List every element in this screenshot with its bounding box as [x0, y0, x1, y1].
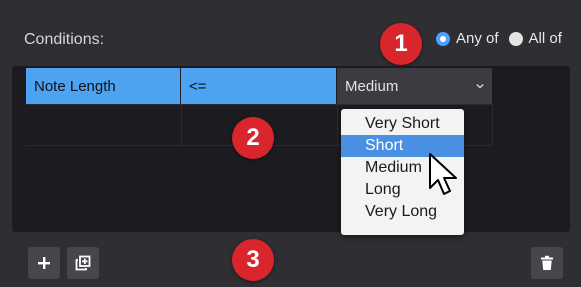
field-cell[interactable]: Note Length [26, 68, 181, 104]
column-divider [337, 104, 338, 146]
conditions-panel: Conditions: Any of All of Note Length <=… [0, 0, 581, 287]
chevron-down-icon [476, 83, 484, 89]
dropdown-option[interactable]: Very Long [341, 201, 464, 223]
trash-icon [541, 255, 553, 270]
radio-any-of[interactable]: Any of [436, 30, 499, 47]
add-condition-button[interactable] [28, 247, 60, 279]
callout-badge-2: 2 [232, 117, 274, 159]
conditions-label: Conditions: [24, 31, 105, 48]
column-divider [181, 104, 182, 146]
plus-icon [38, 257, 50, 269]
row-divider [26, 104, 492, 105]
table-row[interactable]: Note Length <= Medium [26, 68, 492, 104]
mouse-pointer-icon [429, 153, 457, 195]
value-select-text: Medium [345, 77, 399, 95]
field-cell-text: Note Length [34, 77, 116, 95]
operator-cell[interactable]: <= [181, 68, 337, 104]
callout-badge-3: 3 [232, 239, 274, 281]
operator-cell-text: <= [189, 77, 207, 95]
delete-condition-button[interactable] [531, 247, 563, 279]
column-divider [492, 104, 493, 146]
dropdown-option[interactable]: Very Short [341, 113, 464, 135]
radio-unselected-icon [508, 31, 523, 46]
value-select[interactable]: Medium [337, 68, 492, 104]
callout-badge-1: 1 [380, 23, 422, 65]
duplicate-condition-button[interactable] [67, 247, 99, 279]
conditions-table: Note Length <= Medium [12, 66, 570, 232]
radio-any-of-label: Any of [456, 30, 499, 47]
match-mode-radio-group: Any of All of [436, 30, 562, 47]
duplicate-icon [75, 255, 91, 271]
radio-all-of[interactable]: All of [508, 30, 562, 47]
radio-selected-icon [436, 31, 450, 46]
radio-all-of-label: All of [528, 30, 562, 47]
